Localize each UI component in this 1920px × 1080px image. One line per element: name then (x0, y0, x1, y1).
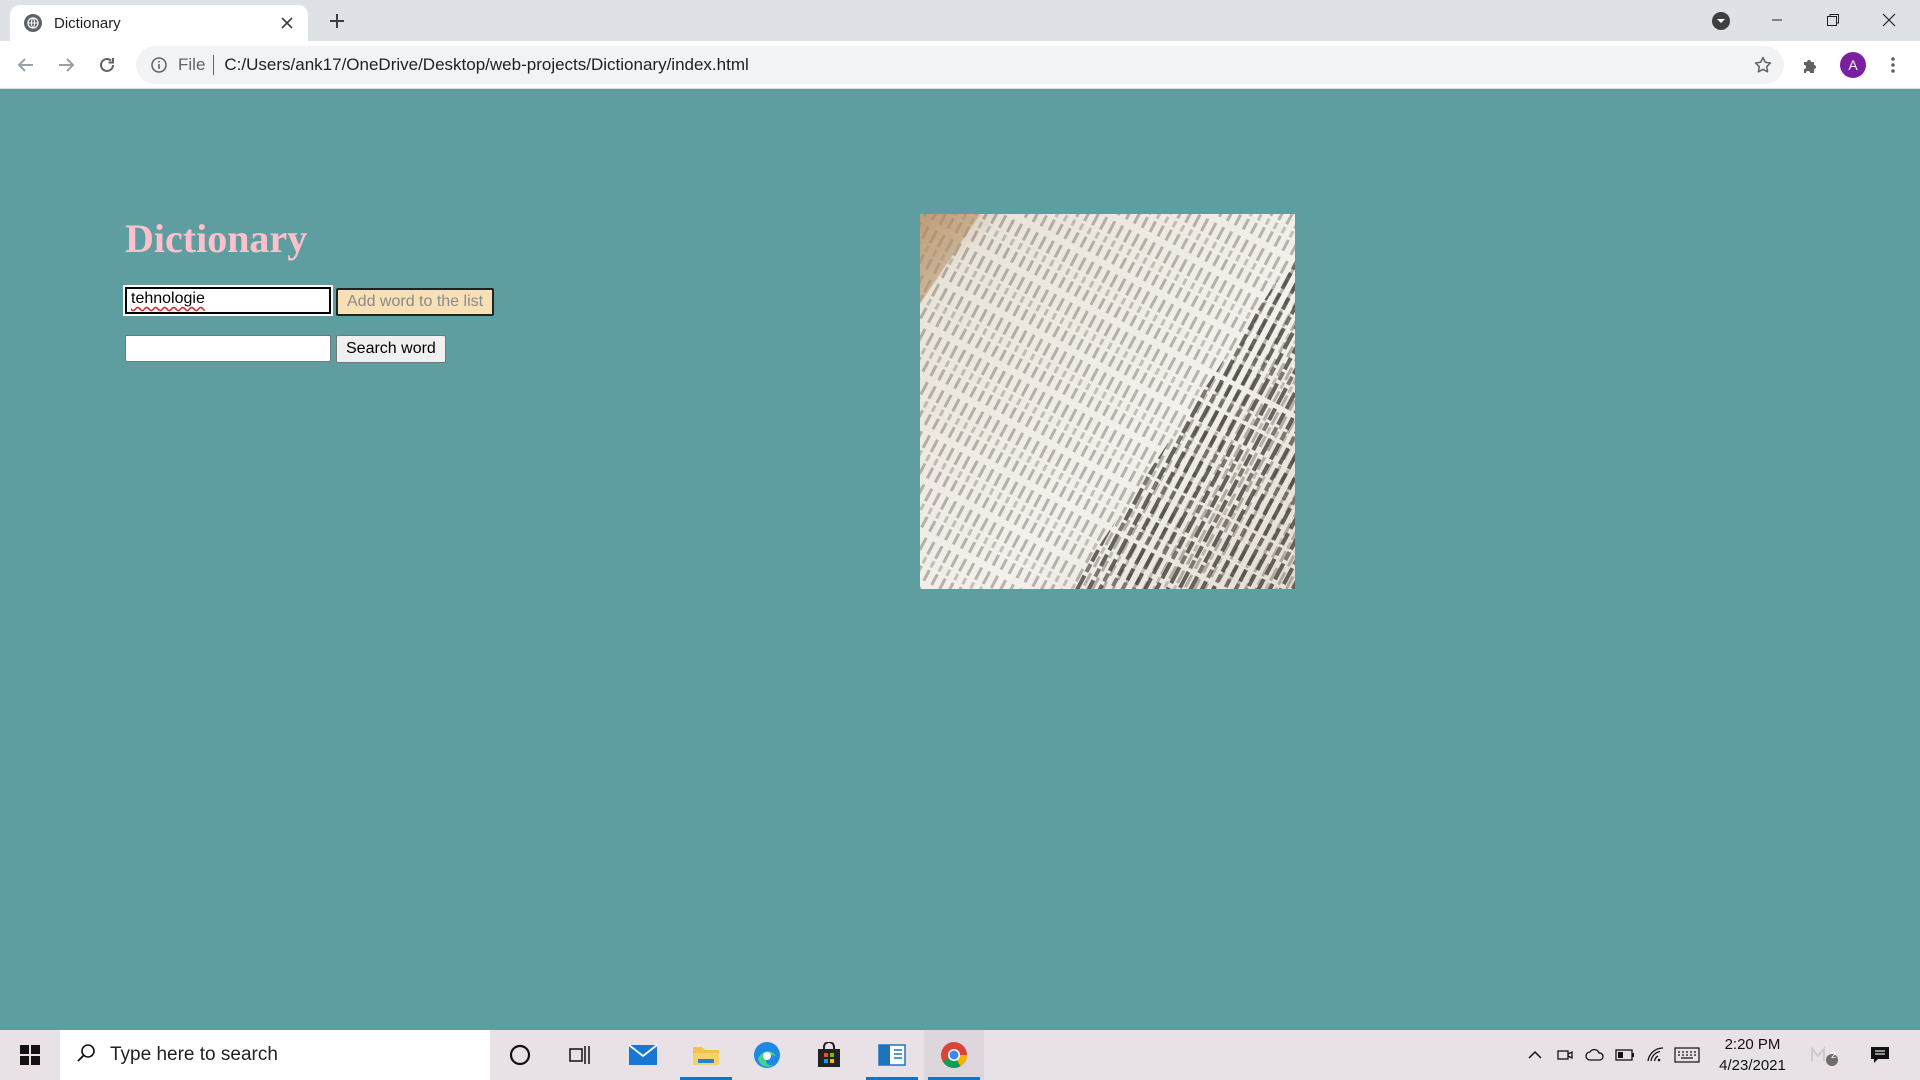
taskbar-search-placeholder: Type here to search (110, 1044, 278, 1065)
tab-dictionary[interactable]: Dictionary (10, 5, 308, 41)
new-tab-button[interactable] (322, 6, 352, 36)
url-text[interactable]: C:/Users/ank17/OneDrive/Desktop/web-proj… (224, 55, 748, 75)
page-viewport: Dictionary tehnologie Add word to the li… (0, 89, 1920, 1030)
browser-toolbar: File C:/Users/ank17/OneDrive/Desktop/web… (0, 41, 1920, 89)
globe-icon (24, 14, 42, 32)
reload-icon[interactable] (91, 49, 123, 81)
add-word-input-value: tehnologie (131, 290, 205, 307)
clock-time: 2:20 PM (1724, 1036, 1781, 1053)
search-word-input[interactable] (125, 335, 331, 362)
tab-search-icon[interactable] (1708, 8, 1734, 34)
action-center-icon[interactable] (1862, 1030, 1898, 1080)
chrome-icon[interactable] (924, 1030, 984, 1080)
close-tab-icon[interactable] (276, 12, 298, 34)
tab-strip: Dictionary (0, 0, 1920, 41)
url-separator (213, 55, 215, 75)
taskbar-search-box[interactable]: Type here to search (60, 1030, 490, 1080)
address-bar[interactable]: File C:/Users/ank17/OneDrive/Desktop/web… (136, 46, 1784, 84)
taskbar-clock[interactable]: 2:20 PM 4/23/2021 (1700, 1034, 1805, 1076)
close-window-button[interactable] (1866, 0, 1912, 40)
battery-icon[interactable] (1612, 1030, 1638, 1080)
bookmark-star-icon[interactable] (1752, 54, 1774, 76)
minimize-button[interactable] (1754, 0, 1800, 40)
add-word-button[interactable]: Add word to the list (336, 288, 495, 316)
info-icon[interactable] (150, 56, 168, 74)
extensions-puzzle-icon[interactable] (1797, 53, 1823, 79)
windows-taskbar: Type here to search 2:20 PM 4/23/2021 2 (0, 1030, 1920, 1080)
meet-now-icon[interactable] (1552, 1030, 1578, 1080)
add-word-input[interactable]: tehnologie (123, 285, 333, 316)
notification-badge-icon[interactable]: 2 (1808, 1030, 1842, 1080)
search-word-button[interactable]: Search word (336, 335, 446, 363)
onedrive-cloud-icon[interactable] (1580, 1030, 1610, 1080)
clock-date: 4/23/2021 (1719, 1057, 1786, 1074)
microsoft-store-icon[interactable] (799, 1030, 859, 1080)
notification-count: 2 (1831, 1050, 1837, 1060)
restore-button[interactable] (1810, 0, 1856, 40)
forward-icon[interactable] (50, 49, 82, 81)
kebab-menu-icon[interactable] (1880, 52, 1906, 78)
page-title: Dictionary (125, 216, 308, 261)
chevron-up-icon[interactable] (1520, 1030, 1550, 1080)
keyboard-icon[interactable] (1672, 1030, 1702, 1080)
word-document-icon[interactable] (862, 1030, 922, 1080)
profile-avatar[interactable]: A (1840, 52, 1866, 78)
cortana-icon[interactable] (490, 1030, 550, 1080)
search-icon (76, 1043, 96, 1068)
mail-icon[interactable] (613, 1030, 673, 1080)
wifi-icon[interactable] (1642, 1030, 1670, 1080)
task-view-icon[interactable] (550, 1030, 610, 1080)
dictionary-page-photo (920, 214, 1295, 589)
url-scheme-label: File (178, 55, 206, 74)
edge-icon[interactable] (737, 1030, 797, 1080)
windows-start-icon[interactable] (0, 1030, 60, 1080)
tab-title: Dictionary (54, 14, 121, 32)
file-explorer-icon[interactable] (676, 1030, 736, 1080)
back-icon[interactable] (10, 49, 42, 81)
